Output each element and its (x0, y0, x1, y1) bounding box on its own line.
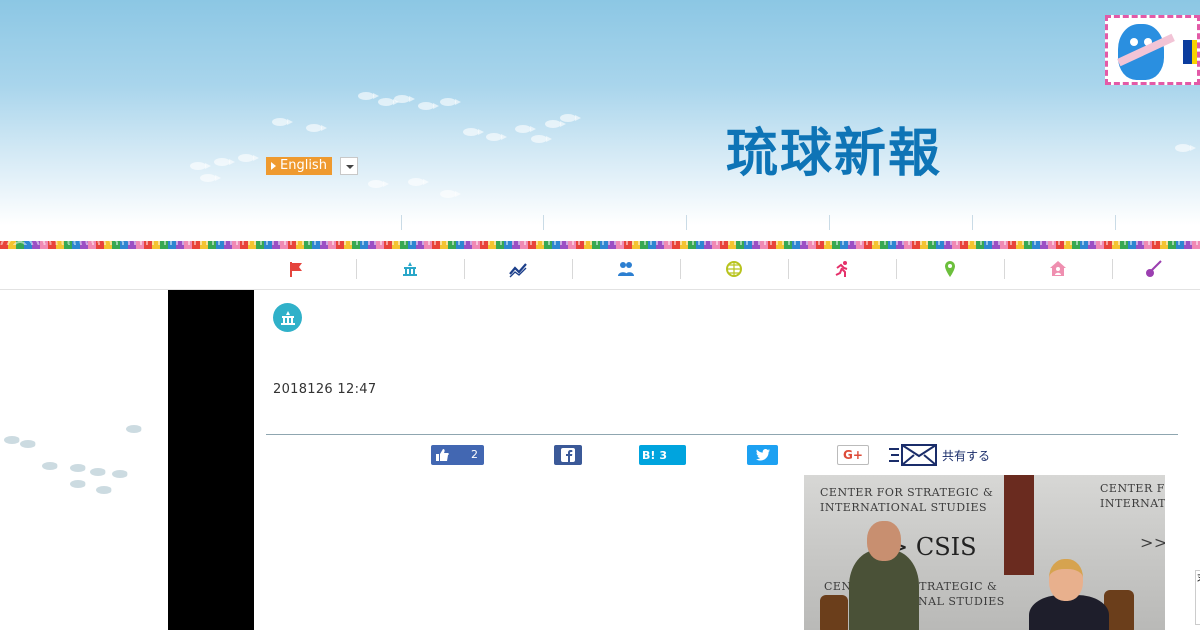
hatena-count: 3 (659, 448, 668, 462)
facebook-like-button[interactable]: 2 (431, 445, 484, 465)
subnav-divider (401, 215, 402, 230)
hatena-bookmark-button[interactable]: B! 3 (639, 445, 686, 465)
category-life[interactable] (1004, 249, 1112, 289)
facebook-share-button[interactable] (554, 445, 582, 465)
category-politics[interactable] (356, 249, 464, 289)
subnav-divider (543, 215, 544, 230)
subnav-divider (972, 215, 973, 230)
facebook-like-count: 2 (471, 448, 478, 461)
people-icon (618, 262, 634, 276)
category-flag[interactable] (242, 249, 350, 289)
article-divider (266, 434, 1178, 435)
category-society[interactable] (572, 249, 680, 289)
category-culture[interactable] (1100, 249, 1200, 289)
english-language-button[interactable]: English (266, 157, 332, 175)
left-fish-decoration (0, 290, 168, 630)
photo-text-right-arrow: >> (1140, 533, 1165, 552)
site-logo[interactable]: 琉球新報 (726, 124, 942, 184)
map-pin-icon (945, 261, 955, 277)
category-local[interactable] (896, 249, 1004, 289)
runner-icon (835, 261, 848, 277)
parliament-icon (403, 262, 417, 276)
home-icon (1050, 261, 1066, 276)
facebook-icon (561, 448, 575, 462)
black-side-column (168, 290, 254, 630)
sanshin-icon (1146, 260, 1162, 277)
category-sports[interactable] (788, 249, 896, 289)
globe-icon (726, 261, 742, 277)
subnav-divider (829, 215, 830, 230)
mascot-banner[interactable] (1105, 15, 1200, 85)
mail-send-icon (889, 444, 937, 466)
category-economy[interactable] (464, 249, 572, 289)
edge-widget[interactable]: ヌ (1195, 570, 1200, 625)
share-by-mail-button[interactable]: 共有する (888, 442, 996, 468)
article-photo[interactable]: CENTER FOR STRATEGIC & INTERNATIONAL STU… (804, 475, 1165, 630)
parliament-icon (280, 310, 295, 325)
article-area: 2018126 12:47 2 B! 3 G+ 共有する CENTER FOR … (254, 290, 1200, 630)
category-nav (0, 249, 1200, 290)
language-dropdown-toggle[interactable] (340, 157, 358, 175)
article-category-badge[interactable] (273, 303, 302, 332)
twitter-icon (755, 449, 770, 461)
hatena-icon: B! (642, 448, 656, 462)
subnav-divider (1115, 215, 1116, 230)
thumbs-up-icon (436, 449, 449, 461)
flag-icon (290, 262, 302, 277)
photo-text-right: CENTER FO INTERNATIO (1100, 482, 1165, 510)
googleplus-share-button[interactable]: G+ (837, 445, 869, 465)
twitter-share-button[interactable] (747, 445, 778, 465)
chart-line-icon (509, 263, 527, 278)
decorative-wave-strip (0, 241, 1200, 249)
share-label: 共有する (942, 448, 991, 463)
category-international[interactable] (680, 249, 788, 289)
photo-text: CENTER FOR STRATEGIC & INTERNATIONAL STU… (820, 486, 994, 514)
subnav-divider (686, 215, 687, 230)
article-date: 2018126 12:47 (273, 382, 377, 397)
site-header: English 琉球新報 (0, 0, 1200, 245)
